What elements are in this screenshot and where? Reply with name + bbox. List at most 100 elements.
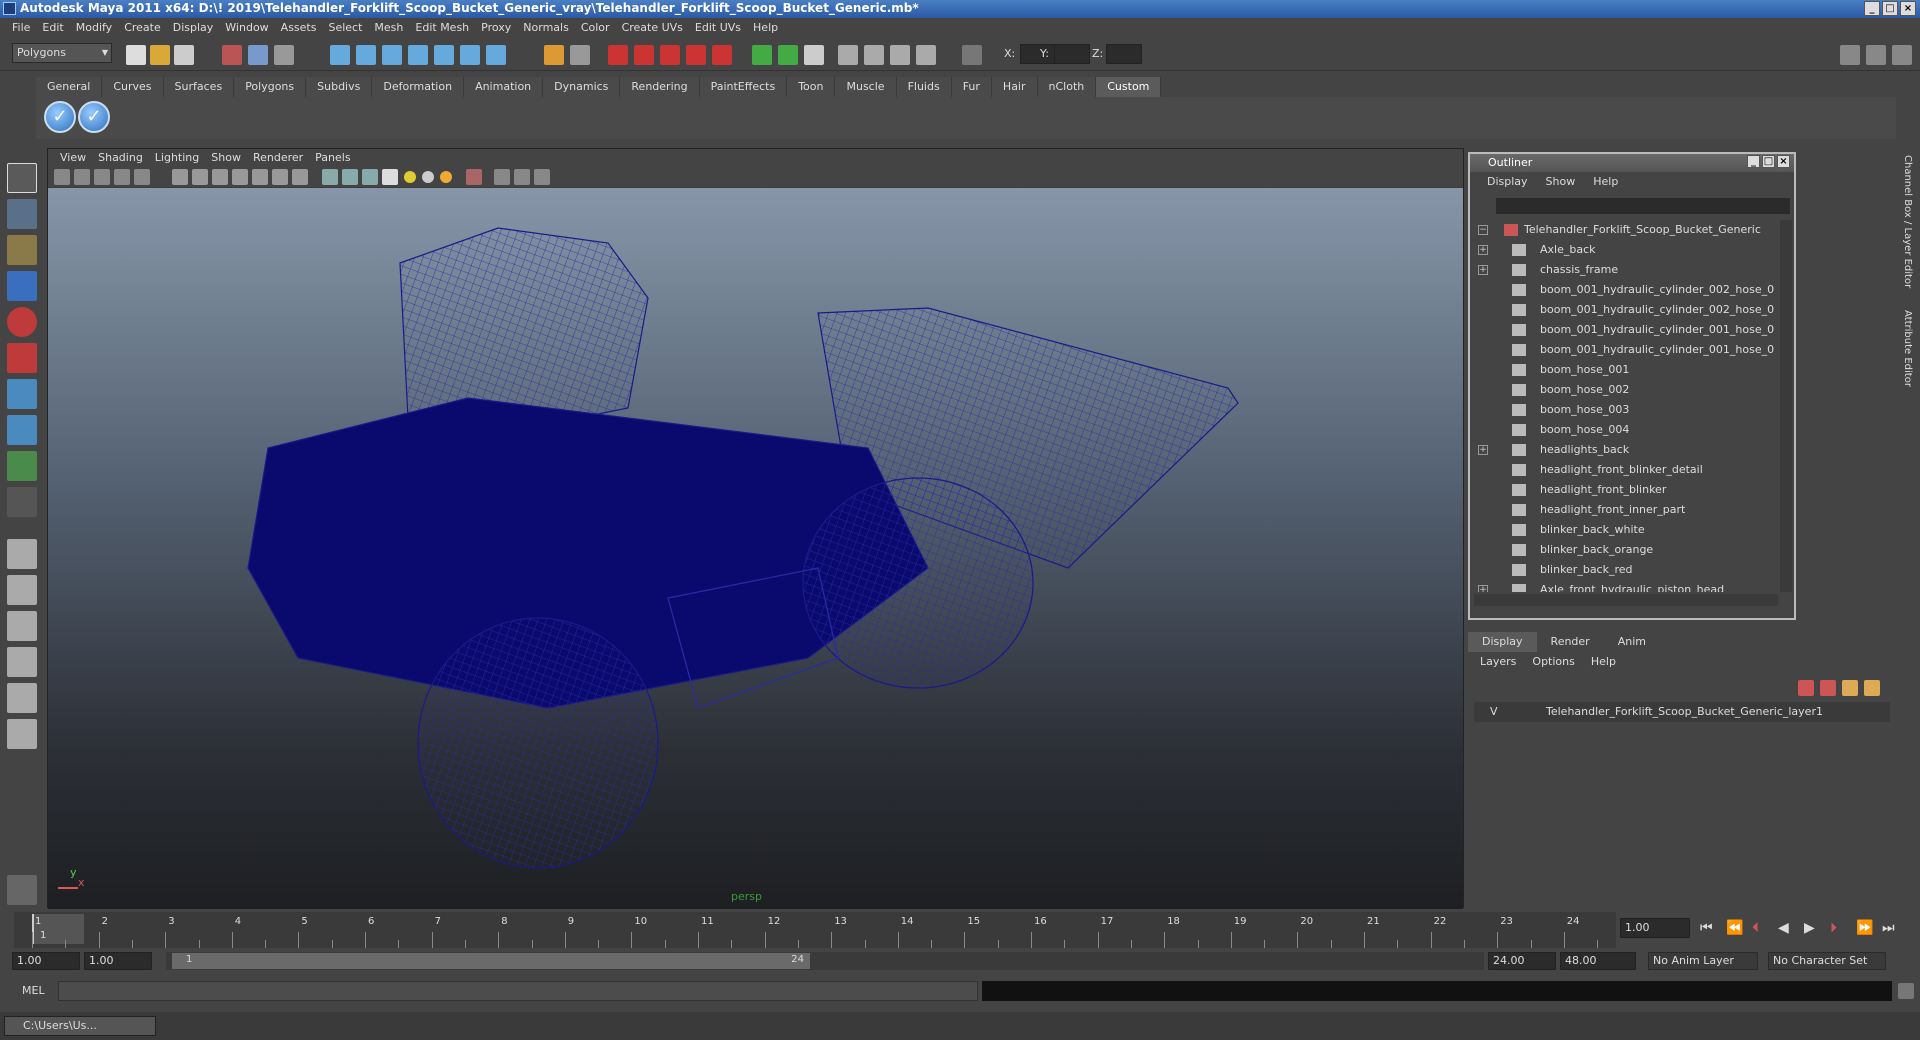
range-start-field[interactable]: 1.00	[12, 952, 80, 970]
box-icon[interactable]	[514, 169, 530, 185]
step-forward-key-icon[interactable]: ⏵	[1830, 920, 1837, 936]
layer-menu-layers[interactable]: Layers	[1472, 652, 1524, 672]
menu-file[interactable]: File	[6, 18, 36, 37]
snap-grid-icon[interactable]	[330, 45, 350, 65]
custom-shelf-check-icon[interactable]: ✓	[78, 101, 110, 133]
box-icon[interactable]	[494, 169, 510, 185]
select-hierarchy-icon[interactable]	[222, 45, 242, 65]
shelf-tab-ncloth[interactable]: nCloth	[1037, 77, 1097, 97]
menu-edit-mesh[interactable]: Edit Mesh	[409, 18, 475, 37]
shelf-tab-rendering[interactable]: Rendering	[620, 77, 700, 97]
menu-assets[interactable]: Assets	[275, 18, 323, 37]
soft-mod-tool-icon[interactable]	[7, 415, 37, 445]
rename-icon[interactable]	[778, 45, 798, 65]
wireframe-on-shaded-icon[interactable]	[212, 169, 228, 185]
menu-select[interactable]: Select	[322, 18, 368, 37]
outliner-item[interactable]: boom_001_hydraulic_cylinder_002_hose_0	[1474, 300, 1776, 320]
cube-icon[interactable]	[362, 169, 378, 185]
outliner-item[interactable]: boom_001_hydraulic_cylinder_002_hose_0	[1474, 280, 1776, 300]
shelf-tab-polygons[interactable]: Polygons	[234, 77, 307, 97]
viewport-menu-lighting[interactable]: Lighting	[149, 149, 205, 167]
paint-select-tool-icon[interactable]	[7, 235, 37, 265]
menu-create-uvs[interactable]: Create UVs	[616, 18, 689, 37]
character-set-dropdown[interactable]: No Character Set	[1768, 952, 1886, 970]
viewport-canvas[interactable]: y x persp	[48, 188, 1463, 909]
snap-view-plane-icon[interactable]	[408, 45, 428, 65]
menu-normals[interactable]: Normals	[517, 18, 575, 37]
outliner-menu-display[interactable]: Display	[1478, 172, 1537, 192]
menu-edit-uvs[interactable]: Edit UVs	[689, 18, 747, 37]
ui-element-icon[interactable]	[890, 45, 910, 65]
layer-tab-display[interactable]: Display	[1468, 632, 1537, 652]
shelf-tab-toon[interactable]: Toon	[787, 77, 836, 97]
layer-visibility-toggle[interactable]: V	[1490, 702, 1498, 722]
select-object-icon[interactable]	[248, 45, 268, 65]
playback-start-field[interactable]: 1.00	[84, 952, 152, 970]
outliner-item[interactable]: blinker_back_red	[1474, 560, 1776, 580]
shelf-tab-subdivs[interactable]: Subdivs	[306, 77, 373, 97]
playback-end-field[interactable]: 24.00	[1488, 952, 1556, 970]
outliner-item[interactable]: blinker_back_orange	[1474, 540, 1776, 560]
command-language-label[interactable]: MEL	[22, 984, 45, 997]
outliner-menu-show[interactable]: Show	[1537, 172, 1585, 192]
move-tool-icon[interactable]	[7, 271, 37, 301]
smooth-shading-icon[interactable]	[192, 169, 208, 185]
outliner-item[interactable]: + chassis_frame	[1474, 260, 1776, 280]
snap-curve-icon[interactable]	[356, 45, 376, 65]
camera-attributes-icon[interactable]	[74, 169, 90, 185]
outliner-close-button[interactable]: ×	[1777, 155, 1790, 168]
cube-icon[interactable]	[342, 169, 358, 185]
viewport-menu-panels[interactable]: Panels	[309, 149, 356, 167]
show-tool-settings-icon[interactable]	[1866, 45, 1886, 65]
menu-mesh[interactable]: Mesh	[368, 18, 409, 37]
single-perspective-layout-icon[interactable]	[7, 539, 37, 569]
outliner-item[interactable]: headlight_front_blinker_detail	[1474, 460, 1776, 480]
menu-modify[interactable]: Modify	[70, 18, 118, 37]
outliner-persp-layout-icon[interactable]	[7, 611, 37, 641]
shelf-tab-painteffects[interactable]: PaintEffects	[699, 77, 788, 97]
outliner-vertical-scrollbar[interactable]	[1780, 220, 1792, 592]
y-field[interactable]	[1054, 44, 1090, 64]
select-component-icon[interactable]	[274, 45, 294, 65]
go-to-start-icon[interactable]: ⏮	[1700, 920, 1713, 936]
close-button[interactable]: ×	[1900, 1, 1916, 16]
outliner-item[interactable]: headlight_front_blinker	[1474, 480, 1776, 500]
light-icon[interactable]	[422, 171, 434, 183]
layer-menu-options[interactable]: Options	[1524, 652, 1582, 672]
anim-layer-dropdown[interactable]: No Anim Layer	[1648, 952, 1758, 970]
menu-color[interactable]: Color	[575, 18, 616, 37]
outliner-item[interactable]: boom_hose_004	[1474, 420, 1776, 440]
outliner-item[interactable]: headlight_front_inner_part	[1474, 500, 1776, 520]
range-end-field[interactable]: 48.00	[1560, 952, 1636, 970]
render-settings-icon[interactable]	[660, 45, 680, 65]
four-view-layout-icon[interactable]	[7, 575, 37, 605]
outliner-filter-field[interactable]	[1496, 198, 1790, 214]
film-gate-icon[interactable]	[466, 169, 482, 185]
shelf-tab-curves[interactable]: Curves	[102, 77, 164, 97]
make-live-icon[interactable]	[434, 45, 454, 65]
channel-box-tab[interactable]: Channel Box / Layer Editor	[1902, 155, 1913, 288]
shelf-tab-muscle[interactable]: Muscle	[835, 77, 897, 97]
select-camera-icon[interactable]	[54, 169, 70, 185]
hypershade-persp-layout-icon[interactable]	[7, 683, 37, 713]
graph-persp-layout-icon[interactable]	[7, 647, 37, 677]
texture-icon[interactable]	[272, 169, 288, 185]
help-icon[interactable]	[486, 45, 506, 65]
new-layer-selected-icon[interactable]	[1864, 680, 1880, 696]
layer-menu-help[interactable]: Help	[1583, 652, 1624, 672]
shelf-tab-hair[interactable]: Hair	[991, 77, 1038, 97]
outliner-item[interactable]: − Telehandler_Forklift_Scoop_Bucket_Gener…	[1474, 220, 1776, 240]
outliner-item[interactable]: boom_001_hydraulic_cylinder_001_hose_0	[1474, 320, 1776, 340]
render-current-frame-icon[interactable]	[608, 45, 628, 65]
save-scene-icon[interactable]	[174, 45, 194, 65]
shelf-tab-animation[interactable]: Animation	[464, 77, 544, 97]
select-tool-icon[interactable]	[7, 163, 37, 193]
checker-icon[interactable]	[382, 169, 398, 185]
show-manipulator-icon[interactable]	[7, 451, 37, 481]
layer-icon[interactable]	[1798, 680, 1814, 696]
shelf-tab-fluids[interactable]: Fluids	[896, 77, 952, 97]
new-layer-icon[interactable]	[1842, 680, 1858, 696]
play-backward-icon[interactable]: ◀	[1778, 920, 1789, 936]
outliner-item[interactable]: + Axle_back	[1474, 240, 1776, 260]
image-plane-icon[interactable]	[114, 169, 130, 185]
